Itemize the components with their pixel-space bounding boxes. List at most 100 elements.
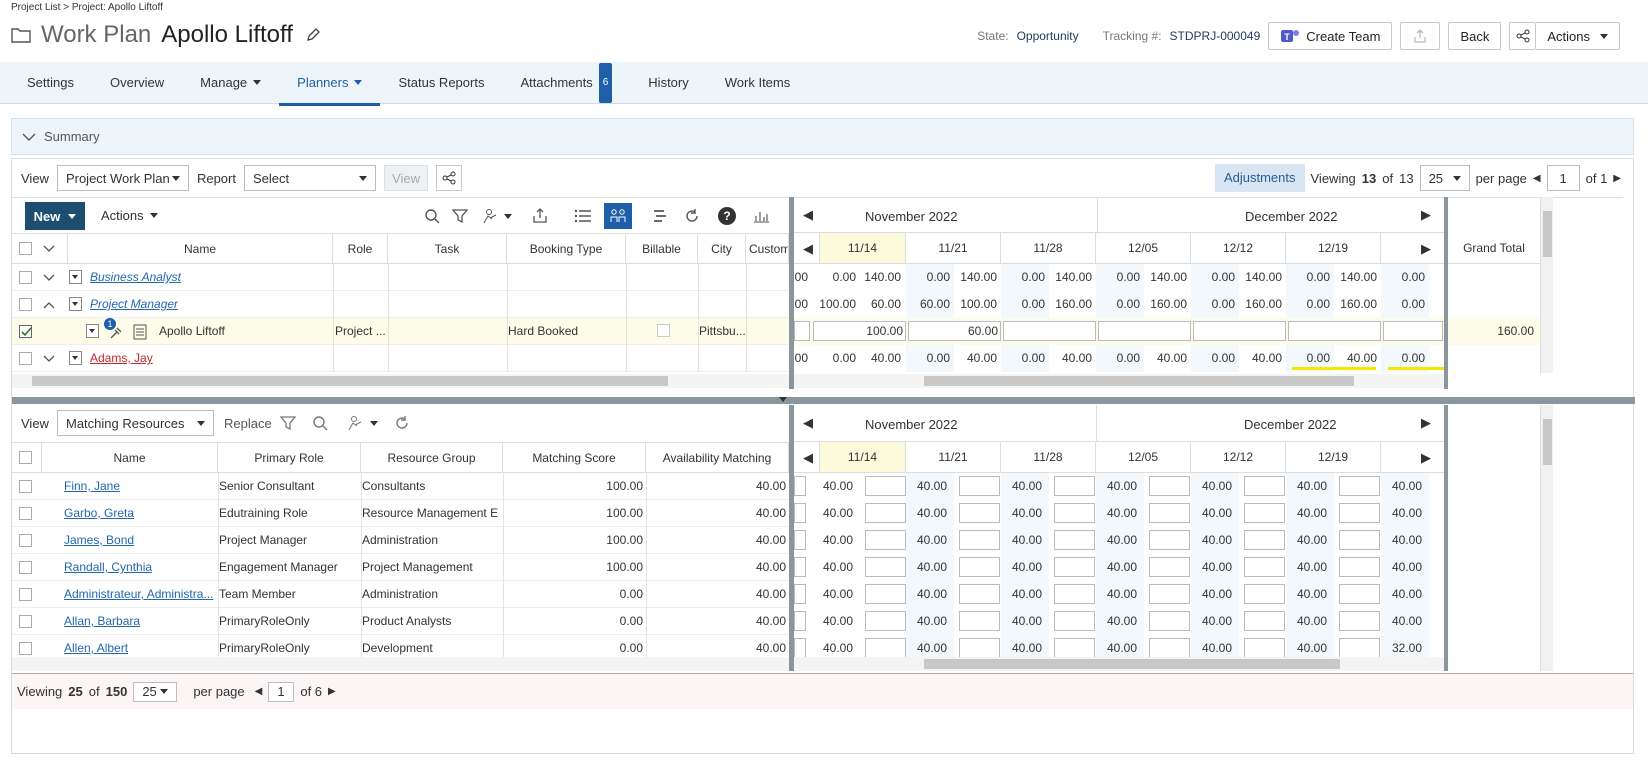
allocation-input[interactable] — [865, 530, 906, 550]
person-action-icon[interactable] — [482, 208, 500, 224]
table-row[interactable]: Project Manager — [12, 291, 789, 318]
table-row-selected[interactable]: 1 Apollo Liftoff Project ... Hard Booked… — [12, 318, 789, 345]
tab-planners[interactable]: Planners — [279, 62, 381, 106]
resource-name-link[interactable]: Randall, Cynthia — [64, 554, 216, 580]
allocation-input[interactable] — [1339, 530, 1380, 550]
allocation-input[interactable] — [1054, 638, 1095, 658]
back-button[interactable]: Back — [1448, 22, 1502, 50]
allocation-input[interactable] — [1149, 638, 1190, 658]
allocation-input[interactable] — [1244, 530, 1285, 550]
allocation-input[interactable] — [794, 611, 806, 631]
next-month-arrow[interactable]: ▶ — [1421, 207, 1431, 223]
row-name-link[interactable]: Business Analyst — [90, 264, 181, 290]
table-row[interactable]: Garbo, Greta Edutraining Role Resource Man… — [12, 500, 789, 527]
filter-icon[interactable] — [280, 415, 296, 431]
allocation-input[interactable] — [1383, 321, 1443, 341]
filter-icon[interactable] — [452, 208, 468, 224]
per-page-select[interactable]: 25 — [133, 681, 178, 702]
allocation-input[interactable] — [1193, 321, 1286, 341]
allocation-input[interactable] — [959, 611, 1000, 631]
allocation-input[interactable] — [865, 638, 906, 658]
billable-checkbox[interactable] — [657, 324, 670, 337]
allocation-input[interactable] — [865, 584, 906, 604]
resource-view-toggle[interactable] — [604, 203, 632, 229]
column-header-booking-type[interactable]: Booking Type — [507, 234, 626, 264]
allocation-input[interactable] — [794, 530, 806, 550]
timeline-scrollbar[interactable] — [794, 374, 1444, 388]
column-header-task[interactable]: Task — [388, 234, 507, 264]
allocation-input[interactable] — [794, 557, 806, 577]
column-header-availability-matching[interactable]: Availability Matching — [646, 443, 789, 473]
prev-page-icon[interactable]: ◀ — [255, 686, 263, 697]
column-header-city[interactable]: City — [698, 234, 746, 264]
column-header-matching-score[interactable]: Matching Score — [503, 443, 646, 473]
row-checkbox[interactable] — [19, 534, 32, 547]
resource-name-link[interactable]: Finn, Jane — [64, 473, 216, 499]
export-button[interactable] — [1400, 22, 1441, 50]
search-icon[interactable] — [424, 208, 440, 224]
allocation-input[interactable] — [1339, 584, 1380, 604]
allocation-input[interactable] — [959, 557, 1000, 577]
allocation-input[interactable] — [794, 638, 806, 658]
allocation-input[interactable]: 60.00 — [908, 321, 1001, 341]
panel-divider[interactable] — [12, 397, 1635, 404]
resource-name-link[interactable]: Garbo, Greta — [64, 500, 216, 526]
allocation-input[interactable] — [865, 503, 906, 523]
allocation-input[interactable] — [794, 476, 806, 496]
vertical-scrollbar[interactable] — [1540, 197, 1553, 373]
view-button[interactable]: View — [383, 165, 428, 191]
row-menu-icon[interactable] — [86, 324, 99, 338]
view-select[interactable]: Project Work Plan — [56, 165, 189, 191]
row-checkbox-checked[interactable] — [19, 325, 32, 338]
next-page-icon[interactable]: ▶ — [1613, 173, 1621, 184]
chevron-down-icon[interactable] — [370, 421, 378, 426]
row-name-link[interactable]: Project Manager — [90, 291, 178, 317]
next-week-arrow[interactable]: ▶ — [1421, 450, 1431, 466]
allocation-input[interactable] — [1149, 530, 1190, 550]
row-checkbox[interactable] — [19, 271, 32, 284]
per-page-select[interactable]: 25 — [1419, 165, 1470, 191]
allocation-input[interactable] — [1339, 476, 1380, 496]
resource-name-link[interactable]: Allan, Barbara — [64, 608, 216, 634]
page-input[interactable]: 1 — [1546, 165, 1580, 191]
tab-manage[interactable]: Manage — [182, 62, 279, 103]
allocation-input[interactable] — [865, 476, 906, 496]
allocation-input[interactable] — [1288, 321, 1381, 341]
allocation-input[interactable] — [1244, 584, 1285, 604]
allocation-input[interactable] — [1003, 321, 1096, 341]
create-team-button[interactable]: T Create Team — [1268, 22, 1393, 50]
gantt-icon[interactable] — [652, 208, 668, 224]
row-checkbox[interactable] — [19, 352, 32, 365]
chart-icon[interactable] — [752, 208, 770, 224]
edit-pencil-icon[interactable] — [305, 27, 321, 43]
chevron-down-icon[interactable] — [504, 214, 512, 219]
allocation-input[interactable] — [1149, 584, 1190, 604]
allocation-input[interactable] — [1244, 503, 1285, 523]
adjustments-button[interactable]: Adjustments — [1214, 164, 1305, 192]
breadcrumb-project-list[interactable]: Project List — [11, 2, 60, 13]
page-input[interactable]: 1 — [268, 681, 295, 702]
allocation-input[interactable] — [794, 321, 810, 341]
allocation-input[interactable] — [1054, 530, 1095, 550]
row-checkbox[interactable] — [19, 642, 32, 655]
allocation-input[interactable] — [1149, 611, 1190, 631]
allocation-input[interactable] — [959, 503, 1000, 523]
tab-work-items[interactable]: Work Items — [707, 62, 809, 103]
allocation-input[interactable] — [1339, 611, 1380, 631]
row-checkbox[interactable] — [19, 615, 32, 628]
resource-name-link[interactable]: James, Bond — [64, 527, 216, 553]
tab-history[interactable]: History — [630, 62, 706, 103]
resource-name-link[interactable]: Administrateur, Administra... — [64, 581, 216, 607]
report-select[interactable]: Select — [243, 165, 376, 191]
allocation-input[interactable] — [865, 611, 906, 631]
row-checkbox[interactable] — [19, 588, 32, 601]
tab-settings[interactable]: Settings — [15, 62, 92, 103]
allocation-input[interactable] — [959, 476, 1000, 496]
allocation-input[interactable] — [959, 584, 1000, 604]
allocation-input[interactable] — [1054, 611, 1095, 631]
allocation-input[interactable] — [865, 557, 906, 577]
allocation-input[interactable] — [794, 503, 806, 523]
row-menu-icon[interactable] — [69, 297, 82, 311]
planner-actions-dropdown[interactable]: Actions — [101, 208, 158, 223]
table-row[interactable]: Finn, Jane Senior Consultant Consultants 10… — [12, 473, 789, 500]
